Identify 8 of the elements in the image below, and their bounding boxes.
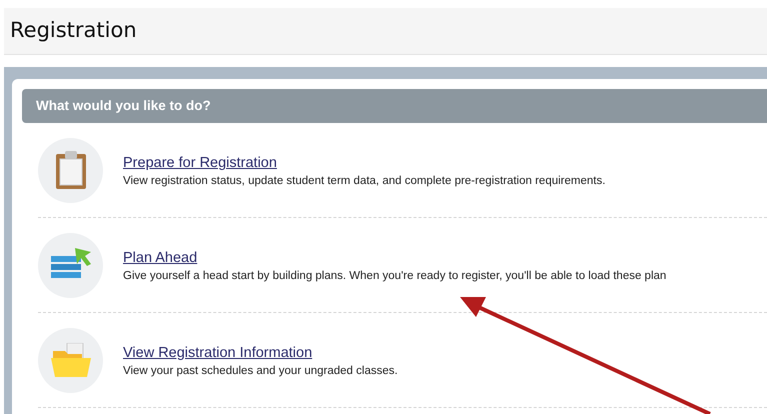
option-description: View your past schedules and your ungraded classes. xyxy=(123,365,398,380)
option-description: Give yourself a head start by building plans. When you're ready to register, you'll be able to load these plan xyxy=(123,270,666,284)
option-link[interactable]: Plan Ahead xyxy=(123,251,198,268)
option-description: View registration status, update student term data, and complete pre-registration requirements. xyxy=(123,175,606,190)
page-title: Registration xyxy=(10,18,137,44)
option-link[interactable]: View Registration Information xyxy=(123,346,312,362)
option-link[interactable]: Prepare for Registration xyxy=(123,156,277,172)
panel-heading: What would you like to do? xyxy=(22,89,767,124)
